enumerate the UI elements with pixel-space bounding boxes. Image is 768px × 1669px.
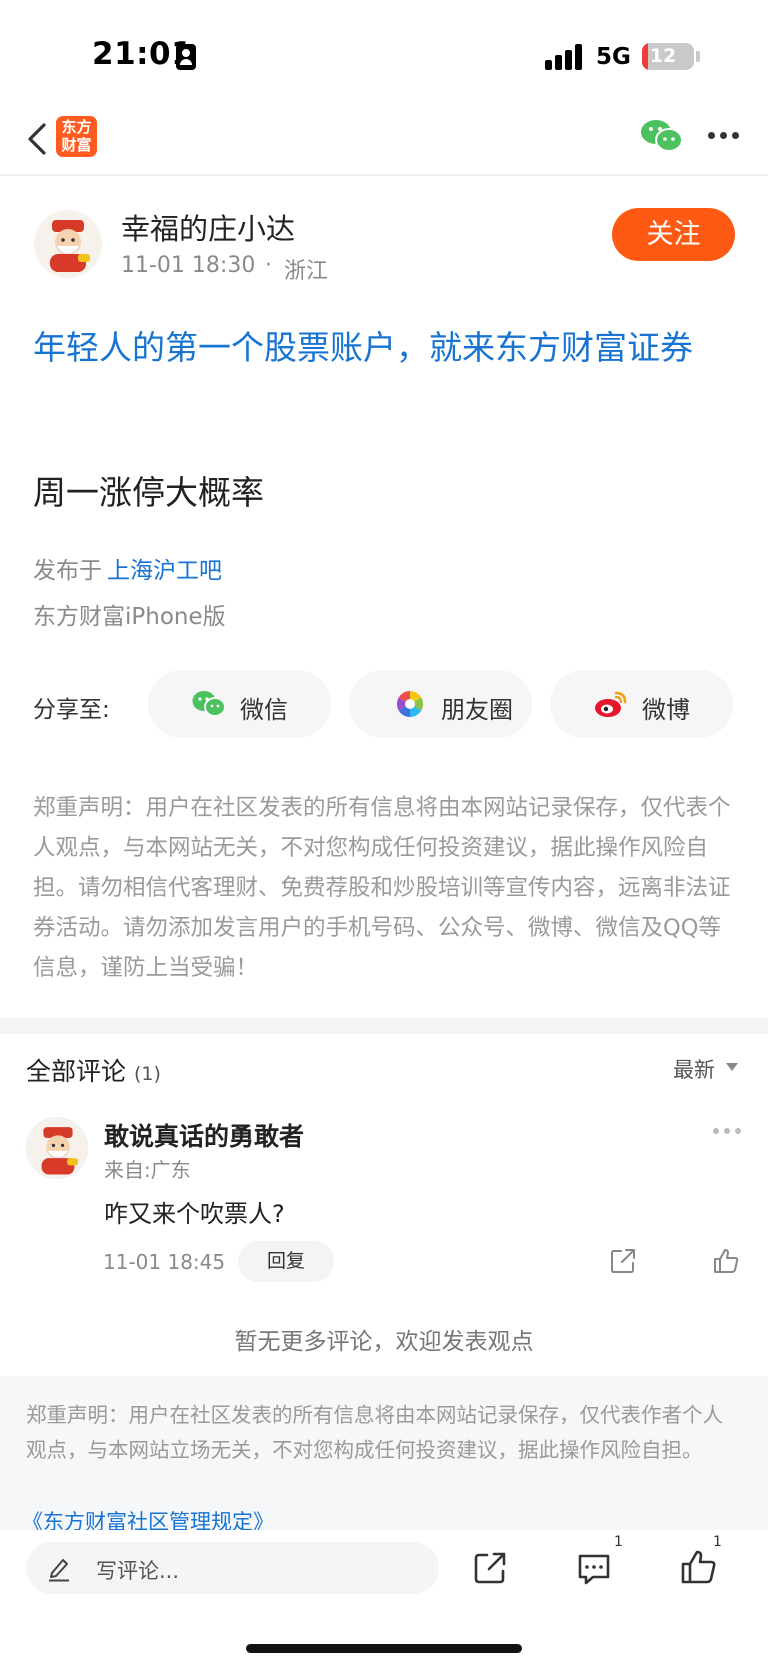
status-bar: 21:01 5G 12 [0,0,768,100]
share-icon[interactable] [609,1247,637,1275]
post-disclaimer: 郑重声明：用户在社区发表的所有信息将由本网站记录保存，仅代表个人观点，与本网站无… [33,795,731,981]
app-logo[interactable]: 东方 财富 [56,116,97,157]
signal-icon [545,44,585,70]
comment-count-badge: 1 [614,1534,623,1550]
comments-title: 全部评论 [26,1057,127,1086]
battery-icon: 12 [642,43,694,70]
thumbs-up-icon[interactable] [680,1548,716,1586]
meta-separator: · [265,253,272,278]
commenter-name[interactable]: 敢说真话的勇敢者 [104,1117,304,1153]
more-options-icon[interactable] [708,132,740,140]
back-arrow-icon[interactable] [24,122,54,156]
comment-input[interactable] [26,1542,439,1594]
post-body: 周一涨停大概率 [33,473,264,512]
comments-count: (1) [133,1063,161,1085]
share-wechat-label: 微信 [240,696,288,724]
footer-disclaimer: 郑重声明：用户在社区发表的所有信息将由本网站记录保存，仅代表作者个人观点，与本网… [26,1403,723,1462]
comment-text: 咋又来个吹票人? [104,1200,285,1228]
share-moments-label: 朋友圈 [441,696,513,724]
comment-input-placeholder[interactable]: 写评论... [96,1555,179,1585]
published-prefix: 发布于 [33,558,102,584]
share-label: 分享至: [33,697,110,723]
wechat-icon[interactable] [640,118,684,154]
thumbs-up-icon[interactable] [712,1247,740,1275]
sort-dropdown[interactable]: 最新 [673,1054,715,1084]
post-time: 11-01 18:30 [121,253,256,278]
app-logo-line1: 东方 [61,118,92,136]
weibo-icon [595,691,627,717]
commenter-avatar[interactable] [26,1117,88,1179]
id-card-icon [176,44,196,70]
network-type: 5G [596,44,631,70]
avatar-image [41,1127,79,1175]
reply-button[interactable]: 回复 [238,1241,334,1282]
comment-source: 来自:广东 [104,1158,191,1182]
post-location: 浙江 [284,259,329,284]
home-indicator [246,1644,522,1653]
battery-cap [696,51,700,62]
avatar-image [50,220,90,272]
caret-down-icon[interactable] [726,1063,738,1071]
app-logo-line2: 财富 [61,136,92,154]
pen-icon [49,1559,69,1582]
no-more-comments: 暂无更多评论，欢迎发表观点 [234,1329,534,1355]
share-weibo-label: 微博 [642,696,690,724]
comment-more-icon[interactable] [713,1128,741,1134]
battery-level: 12 [649,45,677,67]
follow-button[interactable]: 关注 [612,208,735,261]
comments-header: 全部评论 (1) [26,1052,161,1088]
comment-time: 11-01 18:45 [103,1250,226,1274]
like-count-badge: 1 [713,1534,722,1550]
share-weibo-button[interactable]: 微博 [550,670,733,738]
share-icon[interactable] [472,1550,508,1586]
moments-icon [396,690,424,718]
forum-link[interactable]: 上海沪工吧 [107,551,222,585]
nav-bar: 东方 财富 [0,100,768,176]
share-moments-button[interactable]: 朋友圈 [349,670,532,738]
client-info: 东方财富iPhone版 [33,604,226,630]
section-divider [0,1018,768,1034]
wechat-icon [192,691,226,717]
author-avatar[interactable] [34,210,102,278]
comment-icon[interactable] [576,1552,612,1586]
promo-link-title[interactable]: 年轻人的第一个股票账户，就来东方财富证券 [33,322,738,374]
author-name[interactable]: 幸福的庄小达 [121,206,295,248]
share-wechat-button[interactable]: 微信 [148,670,331,738]
